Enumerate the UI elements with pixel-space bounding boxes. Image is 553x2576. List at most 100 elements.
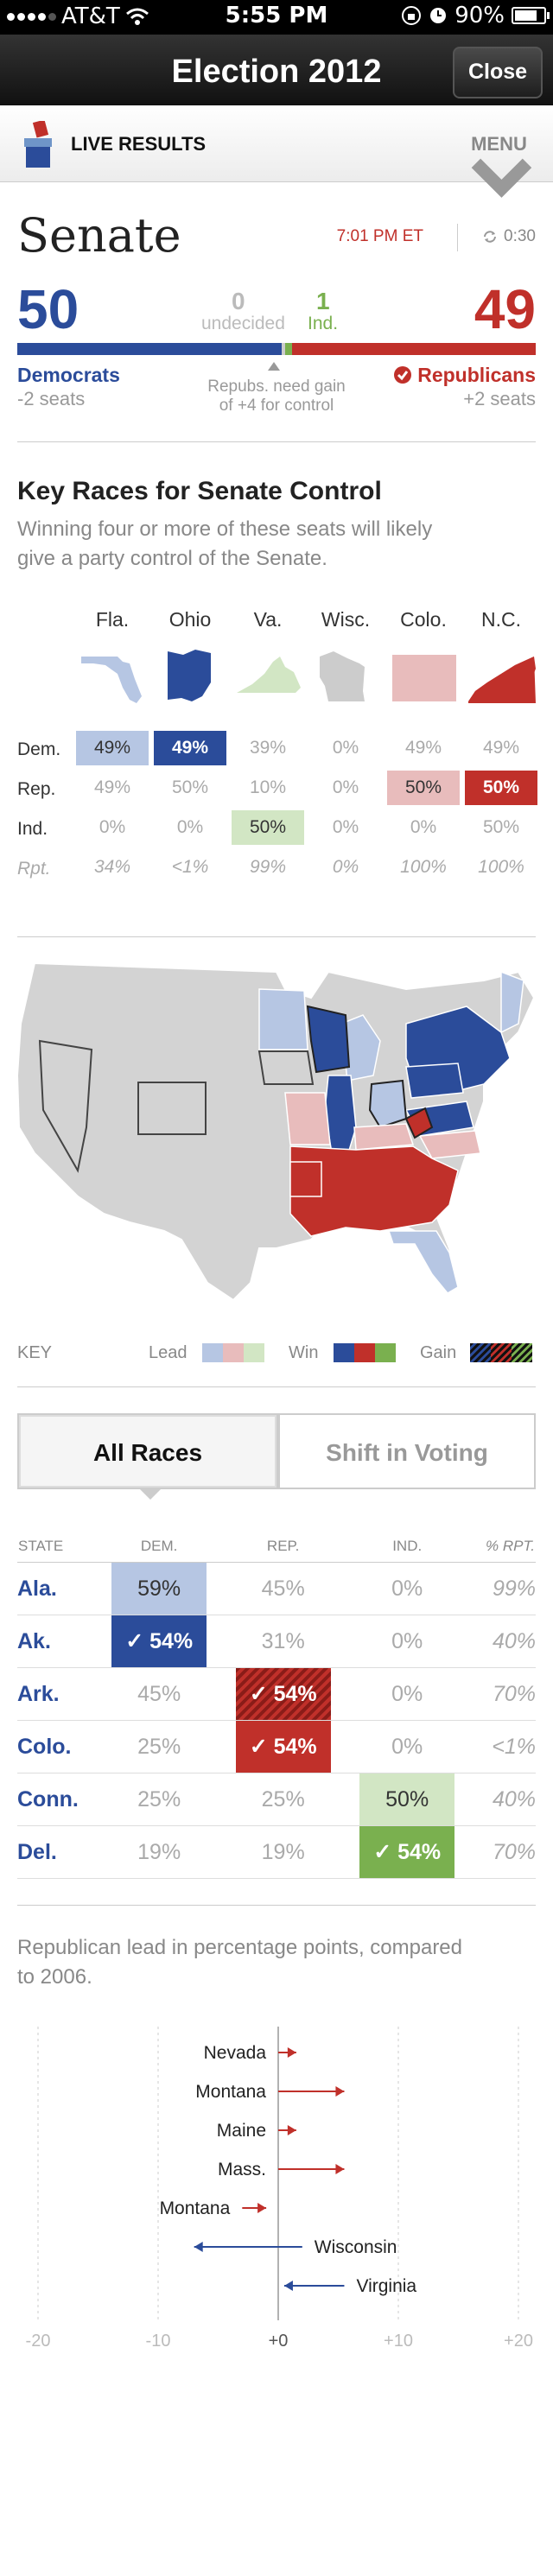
- wisc-rep: 0%: [332, 777, 359, 797]
- control-note-line1: Repubs. need gain: [207, 378, 346, 396]
- status-right: 90%: [401, 3, 550, 29]
- alarm-icon: [430, 8, 447, 23]
- nav-bar: Election 2012 Close: [0, 35, 553, 105]
- table-row[interactable]: Ala. 59% 45% 0% 99%: [17, 1562, 536, 1615]
- row-rpt: 70%: [468, 1825, 536, 1879]
- virginia-shape: [237, 657, 301, 693]
- status-bar: AT&T 5:55 PM 90%: [0, 0, 553, 35]
- shift-arrowhead: [194, 2242, 203, 2252]
- page-title: Senate: [17, 208, 181, 263]
- rep-value: ✓ 54%: [235, 1721, 331, 1773]
- ind-value: ✓ 54%: [359, 1826, 455, 1878]
- menu-button[interactable]: MENU: [471, 133, 532, 201]
- x-tick-label: -20: [26, 2332, 51, 2351]
- row-rep: 45%: [220, 1562, 346, 1615]
- row-state: Ark.: [17, 1667, 98, 1721]
- wisconsin-shape: [320, 651, 365, 701]
- seat-bar-ind: [285, 343, 292, 355]
- shift-label: Wisconsin: [315, 2237, 397, 2257]
- row-state: Del.: [17, 1825, 98, 1879]
- shift-label: Montana: [160, 2198, 231, 2218]
- shift-label: Maine: [217, 2121, 266, 2141]
- x-tick-label: +10: [384, 2332, 413, 2351]
- rep-change: +2 seats: [463, 388, 536, 409]
- key-win-swatches: [334, 1343, 396, 1362]
- row-ind: 0%: [345, 1667, 469, 1721]
- shift-label: Montana: [195, 2082, 266, 2102]
- row-state: Ak.: [17, 1615, 98, 1668]
- seat-bar-dem: [17, 343, 282, 355]
- key-win-label: Win: [289, 1343, 319, 1362]
- row-dem: 45%: [97, 1667, 221, 1721]
- live-results-label: LIVE RESULTS: [71, 133, 207, 155]
- row-rpt: 40%: [468, 1615, 536, 1668]
- active-tab-pointer: [138, 1488, 162, 1500]
- divider: [17, 1905, 536, 1906]
- wisc-ind: 0%: [332, 817, 359, 837]
- map-key: KEY Lead Win Gain: [0, 1335, 553, 1386]
- shift-arrowhead: [335, 2164, 345, 2174]
- dem-label: Democrats: [17, 364, 120, 386]
- table-row[interactable]: Ak. ✓ 54% 31% 0% 40%: [17, 1615, 536, 1668]
- key-gain-label: Gain: [420, 1343, 457, 1362]
- battery-icon: [512, 7, 550, 24]
- row-rep: 31%: [220, 1615, 346, 1668]
- nc-rep: 50%: [465, 771, 537, 805]
- colo-dem: 49%: [404, 738, 442, 758]
- close-button[interactable]: Close: [453, 47, 543, 98]
- tab-all-races[interactable]: All Races: [17, 1413, 278, 1489]
- wisconsin-state: [306, 1005, 351, 1074]
- row-label-rpt: Rpt.: [17, 859, 51, 879]
- table-row[interactable]: Conn. 25% 25% 50% 40%: [17, 1773, 536, 1826]
- row-label-ind: Ind.: [17, 819, 48, 839]
- key-lead-label: Lead: [149, 1343, 188, 1362]
- key-races-title: Key Races for Senate Control: [17, 477, 382, 505]
- va-dem: 39%: [249, 738, 287, 758]
- tab-shift-in-voting[interactable]: Shift in Voting: [278, 1413, 536, 1489]
- key-races-description: Winning four or more of these seats will…: [17, 515, 536, 574]
- us-senate-map[interactable]: [0, 955, 553, 1335]
- shift-arrowhead: [257, 2203, 267, 2213]
- fla-rpt: 34%: [93, 857, 131, 877]
- row-dem: 25%: [97, 1773, 221, 1826]
- shift-arrowhead: [283, 2281, 293, 2291]
- x-tick-label: +0: [269, 2332, 289, 2351]
- table-row[interactable]: Ark. 45% ✓ 54% 0% 70%: [17, 1667, 536, 1721]
- shift-description-line2: to 2006.: [17, 1965, 92, 1989]
- x-tick-label: +20: [504, 2332, 533, 2351]
- header-divider: [457, 224, 458, 251]
- row-state: Conn.: [17, 1773, 98, 1826]
- nc-rpt: 100%: [478, 857, 524, 877]
- row-ind: 0%: [345, 1720, 469, 1773]
- state-header-fla: Fla.: [95, 608, 130, 631]
- senate-header: Senate 7:01 PM ET 0:30: [0, 208, 553, 277]
- lock-rotation-icon: [402, 6, 422, 25]
- ohio-rpt: <1%: [171, 857, 209, 877]
- chevron-down-icon: [471, 158, 532, 198]
- kentucky-state: [353, 1123, 415, 1151]
- row-state: Colo.: [17, 1720, 98, 1773]
- va-ind: 50%: [232, 810, 304, 845]
- col-state: STATE: [17, 1531, 98, 1563]
- table-row[interactable]: Del. 19% 19% ✓ 54% 70%: [17, 1825, 536, 1879]
- shift-arrowhead: [287, 2047, 296, 2058]
- state-header-colo: Colo.: [400, 608, 447, 631]
- row-ind: 0%: [345, 1562, 469, 1615]
- battery-percent: 90%: [454, 3, 505, 29]
- seat-bar-rep: [292, 343, 536, 355]
- row-label-rep: Rep.: [17, 779, 56, 799]
- shift-arrowhead: [335, 2086, 345, 2097]
- key-races-description-line2: give a party control of the Senate.: [17, 547, 327, 570]
- north-carolina-shape: [468, 657, 536, 703]
- check-circle-icon: [394, 366, 412, 384]
- shift-label: Virginia: [356, 2276, 416, 2296]
- va-rpt: 99%: [249, 857, 287, 877]
- row-rep: ✓ 54%: [220, 1720, 346, 1773]
- refresh-countdown[interactable]: 0:30: [481, 227, 536, 246]
- dem-change: -2 seats: [17, 388, 86, 409]
- row-ind: ✓ 54%: [345, 1825, 469, 1879]
- table-row[interactable]: Colo. 25% ✓ 54% 0% <1%: [17, 1720, 536, 1773]
- rep-label: Republicans: [393, 364, 536, 387]
- wisc-dem: 0%: [332, 738, 359, 758]
- control-note-line2: of +4 for control: [219, 397, 334, 415]
